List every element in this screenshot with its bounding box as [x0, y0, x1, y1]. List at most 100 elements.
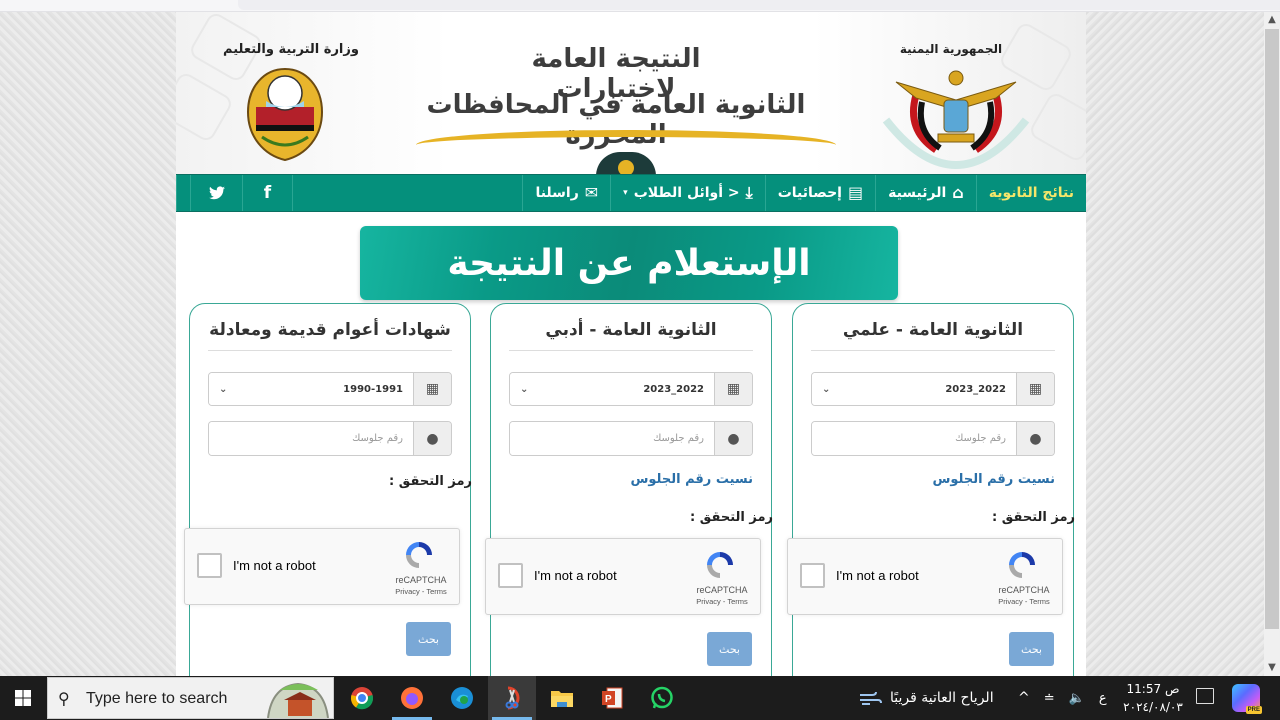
chrome-icon [350, 687, 374, 710]
recaptcha-logo-icon [1009, 552, 1035, 578]
ministry-label: وزارة التربية والتعليم [223, 42, 359, 57]
nav-item-top-students[interactable]: ⤓ < أوائل الطلاب ▾ [610, 175, 765, 211]
folder-icon [551, 691, 573, 707]
recaptcha-privacy-terms-link[interactable]: Privacy - Terms [385, 587, 457, 596]
seat-number-field[interactable]: ● [811, 421, 1055, 456]
edge-icon [451, 687, 473, 709]
clock-time: ص 11:57 [1126, 682, 1180, 696]
verification-label: رمز التحقق : [389, 474, 472, 489]
main-navbar: نتائج الثانوية ⌂ الرئيسية ▤ إحصائيات ⤓ <… [176, 174, 1086, 212]
chevron-down-icon: ⌄ [219, 383, 228, 395]
vertical-scrollbar[interactable]: ▲ ▼ [1264, 12, 1280, 676]
notifications-icon[interactable] [1196, 688, 1214, 704]
scrollbar-thumb[interactable] [1265, 29, 1279, 629]
weather-widget[interactable]: الرياح العاتية قريبًا [858, 676, 994, 720]
seat-number-input[interactable] [510, 422, 714, 455]
recaptcha-brand: reCAPTCHA [395, 575, 447, 585]
recaptcha-widget: I'm not a robot reCAPTCHA Privacy - Term… [184, 528, 460, 605]
verification-label: رمز التحقق : [992, 510, 1075, 525]
svg-text:P: P [605, 694, 612, 705]
nav-item-statistics[interactable]: ▤ إحصائيات [764, 175, 875, 211]
envelope-icon: ✉ [584, 183, 599, 202]
year-select[interactable]: ▦ ⌄ 1990-1991 [208, 372, 452, 406]
browser-top-strip [0, 0, 1280, 12]
search-icon: ⚲ [58, 689, 70, 708]
twitter-link[interactable] [190, 175, 242, 211]
nav-spacer [292, 175, 522, 211]
verification-label: رمز التحقق : [690, 510, 773, 525]
search-button[interactable]: بحث [707, 632, 752, 666]
nav-item-home[interactable]: ⌂ الرئيسية [875, 175, 976, 211]
caret-down-icon: ▾ [623, 188, 628, 198]
firefox-icon [401, 687, 423, 709]
taskbar-whatsapp[interactable] [638, 676, 686, 720]
seat-number-input[interactable] [812, 422, 1016, 455]
facebook-link[interactable]: f [242, 175, 292, 211]
taskbar-file-explorer[interactable] [538, 676, 586, 720]
seat-number-input[interactable] [209, 422, 413, 455]
taskbar-snipping-tool[interactable] [488, 676, 536, 720]
year-value: 2023_2022 [945, 383, 1006, 395]
nav-item-contact[interactable]: ✉ راسلنا [522, 175, 610, 211]
recaptcha-checkbox[interactable] [197, 553, 222, 578]
search-button[interactable]: بحث [1009, 632, 1054, 666]
hex-pattern [1027, 90, 1086, 164]
chevron-down-icon: ⌄ [520, 383, 529, 395]
header-banner: وزارة التربية والتعليم النتيجة العامة لا… [176, 12, 1086, 176]
scroll-up-arrow-icon[interactable]: ▲ [1264, 12, 1280, 28]
taskbar-clock[interactable]: ص 11:57 ٢٠٢٤/٠٨/٠٣ [1118, 680, 1188, 716]
card-old-certificates: شهادات أعوام قديمة ومعادلة ▦ ⌄ 1990-1991 … [184, 303, 472, 676]
nav-item-label: الرئيسية [888, 185, 947, 201]
year-select[interactable]: ▦ ⌄ 2023_2022 [811, 372, 1055, 406]
recaptcha-brand: reCAPTCHA [998, 585, 1050, 595]
copilot-icon[interactable]: PRE [1232, 684, 1262, 714]
calendar-icon: ▦ [413, 373, 451, 405]
snipping-tool-icon [505, 686, 520, 710]
page-background-left [0, 12, 176, 676]
recaptcha-checkbox[interactable] [498, 563, 523, 588]
card-title: الثانوية العامة - أدبي [509, 320, 753, 351]
whatsapp-icon [651, 686, 673, 709]
seat-number-field[interactable]: ● [509, 421, 753, 456]
recaptcha-privacy-terms-link[interactable]: Privacy - Terms [988, 597, 1060, 606]
inquiry-title-banner: الإستعلام عن النتيجة [360, 226, 898, 300]
card-title: الثانوية العامة - علمي [811, 320, 1055, 351]
results-page: وزارة التربية والتعليم النتيجة العامة لا… [176, 12, 1086, 676]
show-hidden-icons-chevron-icon[interactable]: ^ [1018, 690, 1030, 706]
user-icon: ● [413, 422, 451, 455]
taskbar-chrome[interactable] [338, 676, 386, 720]
year-select[interactable]: ▦ ⌄ 2023_2022 [509, 372, 753, 406]
upload-icon: ⤓ [745, 183, 753, 202]
start-button[interactable] [0, 676, 46, 720]
twitter-icon [208, 186, 225, 200]
page-background-right [1086, 12, 1264, 676]
chevron-down-icon: ⌄ [822, 383, 831, 395]
seat-number-field[interactable]: ● [208, 421, 452, 456]
nav-brand-results[interactable]: نتائج الثانوية [975, 175, 1086, 211]
user-icon: ● [1016, 422, 1054, 455]
taskbar-firefox[interactable] [388, 676, 436, 720]
powerpoint-icon: P [602, 687, 623, 709]
weather-text: الرياح العاتية قريبًا [890, 690, 994, 706]
recaptcha-privacy-terms-link[interactable]: Privacy - Terms [686, 597, 758, 606]
calendar-icon: ▦ [714, 373, 752, 405]
recaptcha-checkbox[interactable] [800, 563, 825, 588]
input-language-indicator[interactable]: ع [1099, 691, 1107, 706]
calendar-icon: ▦ [1016, 373, 1054, 405]
wifi-icon[interactable]: ≐ [1044, 691, 1055, 706]
taskbar-edge[interactable] [438, 676, 486, 720]
search-highlight-art-icon [267, 682, 329, 718]
windows-logo-icon [15, 690, 31, 706]
user-icon: ● [714, 422, 752, 455]
recaptcha-logo-icon [707, 552, 733, 578]
nav-brand-label: نتائج الثانوية [988, 185, 1074, 201]
taskbar-powerpoint[interactable]: P [588, 676, 636, 720]
search-button[interactable]: بحث [406, 622, 451, 656]
forgot-seat-number-link[interactable]: نسيت رقم الجلوس [630, 472, 753, 487]
facebook-icon: f [263, 183, 272, 203]
forgot-seat-number-link[interactable]: نسيت رقم الجلوس [932, 472, 1055, 487]
scroll-down-arrow-icon[interactable]: ▼ [1264, 660, 1280, 676]
taskbar-search-box[interactable]: ⚲ Type here to search [47, 677, 334, 719]
wind-icon [860, 691, 882, 705]
volume-icon[interactable]: 🔈 [1069, 691, 1085, 706]
